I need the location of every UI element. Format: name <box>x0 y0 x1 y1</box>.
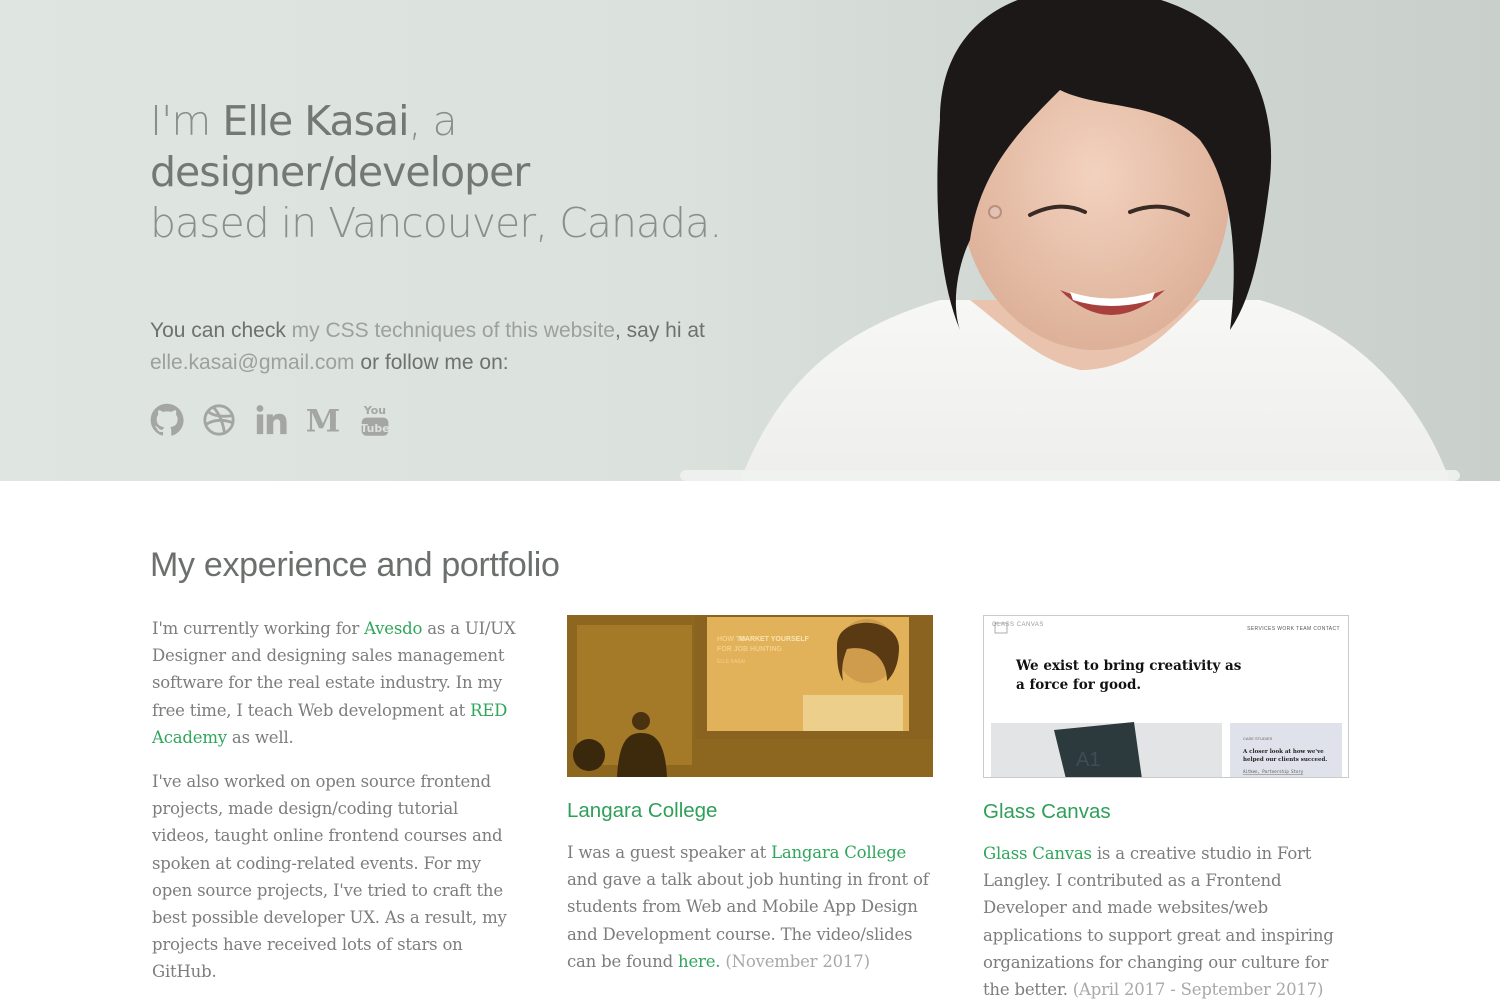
avesdo-link[interactable]: Avesdo <box>364 619 422 638</box>
svg-text:A closer look at how we've: A closer look at how we've <box>1242 749 1324 755</box>
svg-text:MARKET YOURSELF: MARKET YOURSELF <box>739 636 810 643</box>
github-link[interactable] <box>150 403 184 437</box>
headline: I'm Elle Kasai, a designer/developer bas… <box>150 97 722 247</box>
youtube-icon: You Tube <box>360 404 390 436</box>
youtube-link[interactable]: You Tube <box>358 403 392 437</box>
about-paragraph-2: I've also worked on open source frontend… <box>152 772 507 982</box>
langara-talk-photo: HOW TO MARKET YOURSELF FOR JOB HUNTING E… <box>567 615 933 777</box>
email-link[interactable]: elle.kasai@gmail.com <box>150 351 355 374</box>
svg-text:Tube: Tube <box>360 422 389 435</box>
linkedin-icon <box>256 405 287 435</box>
dribbble-link[interactable] <box>202 403 236 437</box>
section-title: My experience and portfolio <box>150 546 560 584</box>
hero-text: I'm Elle Kasai, a designer/developer bas… <box>150 96 830 437</box>
video-slides-link[interactable]: here. <box>678 952 720 971</box>
role: designer/developer <box>150 148 530 196</box>
svg-text:Aitken, Partnership Story: Aitken, Partnership Story <box>1243 769 1304 774</box>
svg-text:You: You <box>363 404 386 417</box>
portfolio-section: My experience and portfolio I'm currentl… <box>150 546 1350 999</box>
svg-text:FOR JOB HUNTING: FOR JOB HUNTING <box>717 646 783 653</box>
hero-section: I'm Elle Kasai, a designer/developer bas… <box>0 0 1500 481</box>
glass-canvas-screenshot-art: A1 CASE STUDIES A closer look at how we'… <box>991 622 1342 777</box>
dribbble-icon <box>203 404 235 436</box>
about-column: I'm currently working for Avesdo as a UI… <box>152 615 518 986</box>
langara-title: Langara College <box>567 799 718 822</box>
svg-text:A1: A1 <box>1076 749 1100 771</box>
glass-canvas-description: Glass Canvas is a creative studio in For… <box>983 844 1334 1000</box>
css-techniques-link[interactable]: my CSS techniques of this website <box>292 319 615 342</box>
glass-canvas-link[interactable]: Glass Canvas <box>983 844 1092 863</box>
langara-image-link[interactable]: HOW TO MARKET YOURSELF FOR JOB HUNTING E… <box>567 615 933 777</box>
svg-text:M: M <box>306 403 340 437</box>
svg-text:CASE STUDIES: CASE STUDIES <box>1243 736 1273 741</box>
svg-text:helped our clients succeed.: helped our clients succeed. <box>1243 757 1327 763</box>
langara-college-link[interactable]: Langara College <box>771 843 906 862</box>
location: based in Vancouver, Canada. <box>150 199 722 247</box>
medium-icon: M <box>306 403 340 437</box>
linkedin-link[interactable] <box>254 403 288 437</box>
social-links: M You Tube <box>150 403 830 437</box>
github-icon <box>150 403 184 436</box>
langara-date: (November 2017) <box>720 951 870 971</box>
glass-canvas-title: Glass Canvas <box>983 800 1111 823</box>
medium-link[interactable]: M <box>306 403 340 437</box>
name: Elle Kasai <box>222 97 409 145</box>
about-paragraph-1: I'm currently working for Avesdo as a UI… <box>152 619 516 747</box>
glass-canvas-date: (April 2017 - September 2017) <box>1067 980 1324 1000</box>
langara-description: I was a guest speaker at Langara College… <box>567 843 929 971</box>
intro-text: You can check my CSS techniques of this … <box>150 319 705 374</box>
glass-canvas-card: GLASS CANVAS SERVICES WORK TEAM CONTACT … <box>983 615 1349 1003</box>
langara-card: HOW TO MARKET YOURSELF FOR JOB HUNTING E… <box>567 615 933 975</box>
glass-canvas-image-link[interactable]: GLASS CANVAS SERVICES WORK TEAM CONTACT … <box>983 615 1349 778</box>
svg-text:ELLE KASAI: ELLE KASAI <box>717 659 745 665</box>
